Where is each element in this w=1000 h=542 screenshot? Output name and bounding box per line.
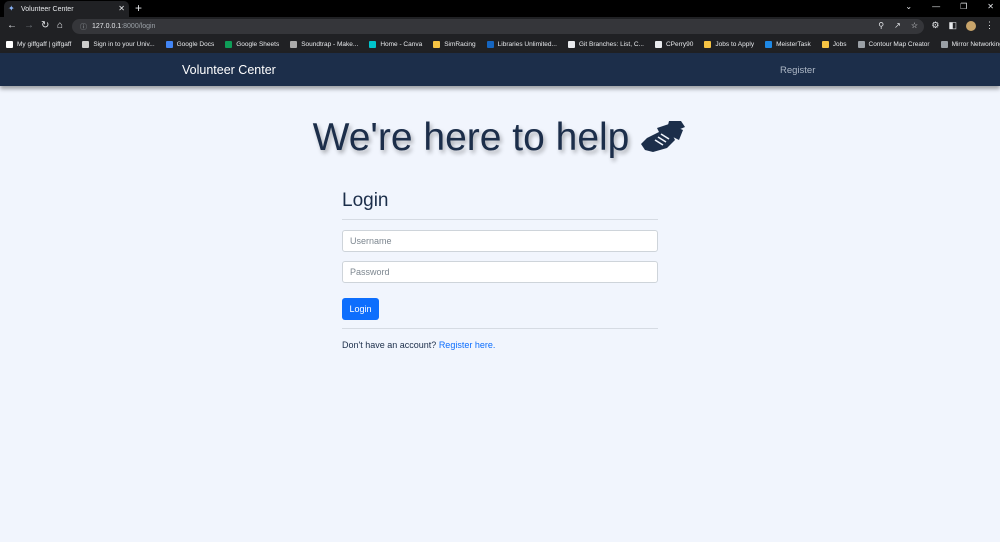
address-bar[interactable]: ⓘ 127.0.0.1:8000/login ⚲ ↗ ☆ (72, 19, 924, 34)
bookmark-item[interactable]: Google Sheets (225, 41, 279, 48)
bookmark-item[interactable]: Soundtrap - Make... (290, 41, 358, 48)
tab-close-icon[interactable]: ✕ (118, 5, 125, 13)
signup-prompt: Don't have an account? Register here. (342, 340, 658, 350)
side-panel-icon[interactable]: ◧ (948, 20, 957, 31)
bookmark-favicon-icon (225, 41, 233, 48)
divider (342, 328, 658, 329)
home-icon[interactable]: ⌂ (57, 20, 63, 32)
bookmark-favicon-icon (486, 41, 494, 48)
password-input[interactable] (342, 261, 658, 283)
url-host: 127.0.0.1 (92, 23, 122, 30)
zoom-icon[interactable]: ⚲ (878, 21, 884, 30)
restore-icon[interactable]: ❐ (960, 2, 967, 11)
username-input[interactable] (342, 230, 658, 252)
bookmark-label: My giffgaff | giffgaff (17, 41, 72, 48)
share-icon[interactable]: ↗ (894, 21, 901, 30)
bookmark-label: SimRacing (444, 41, 476, 48)
forward-icon[interactable]: → (24, 20, 34, 32)
login-title: Login (342, 190, 389, 211)
close-window-icon[interactable]: ✕ (987, 2, 994, 11)
bookmark-label: MeisterTask (776, 41, 811, 48)
url-path: :8000/login (121, 23, 156, 30)
bookmark-item[interactable]: Libraries Unlimited... (486, 41, 557, 48)
extensions-area: ⚙ ◧ ⋮ (931, 20, 994, 31)
bookmark-favicon-icon (704, 41, 712, 48)
bookmark-item[interactable]: Sign in to your Univ... (82, 41, 155, 48)
omnibox-actions: ⚲ ↗ ☆ (878, 21, 918, 30)
reload-icon[interactable]: ↻ (41, 20, 49, 32)
bookmark-favicon-icon (765, 41, 773, 48)
bookmark-label: Home - Canva (380, 41, 423, 48)
bookmark-favicon-icon (369, 41, 377, 48)
bookmark-favicon-icon (433, 41, 441, 48)
minimize-icon[interactable]: — (932, 2, 940, 11)
login-form: Login Login Don't have an account? Regis… (342, 190, 658, 350)
profile-avatar[interactable] (966, 20, 976, 31)
bookmark-item[interactable]: Google Docs (165, 41, 215, 48)
divider (342, 219, 658, 220)
tab-search-chevron-icon[interactable]: ⌄ (905, 2, 912, 11)
browser-tab[interactable]: ✦ Volunteer Center ✕ (4, 1, 129, 17)
bookmark-favicon-icon (82, 41, 90, 48)
bookmark-star-icon[interactable]: ☆ (911, 21, 918, 30)
bookmark-item[interactable]: Jobs to Apply (704, 41, 754, 48)
browser-toolbar: ← → ↻ ⌂ ⓘ 127.0.0.1:8000/login ⚲ ↗ ☆ ⚙ ◧… (0, 17, 1000, 36)
nav-register-link[interactable]: Register (780, 65, 815, 76)
bookmark-label: Google Docs (176, 41, 215, 48)
app-navbar: Volunteer Center Register (0, 53, 1000, 86)
bookmark-favicon-icon (940, 41, 948, 48)
bookmarks-bar: My giffgaff | giffgaff Sign in to your Un… (0, 36, 1000, 53)
extensions-icon[interactable]: ⚙ (931, 20, 939, 31)
brand-link[interactable]: Volunteer Center (182, 63, 276, 77)
bookmark-label: Jobs to Apply (715, 41, 755, 48)
bookmark-favicon-icon (290, 41, 298, 48)
register-here-link[interactable]: Register here. (439, 340, 496, 350)
new-tab-icon[interactable]: + (135, 2, 142, 14)
bookmark-label: Sign in to your Univ... (93, 41, 155, 48)
hero-title: We're here to help (312, 116, 630, 159)
bookmark-label: Contour Map Creator (868, 41, 930, 48)
handshake-icon (641, 121, 686, 152)
bookmark-item[interactable]: Git Branches: List, C... (567, 41, 644, 48)
browser-tab-bar: ✦ Volunteer Center ✕ + ⌄ — ❐ ✕ (0, 0, 1000, 17)
window-controls: ⌄ — ❐ ✕ (905, 2, 994, 11)
back-icon[interactable]: ← (7, 20, 17, 32)
bookmark-label: Soundtrap - Make... (301, 41, 359, 48)
bookmark-item[interactable]: Mirror Networking... (940, 41, 1000, 48)
login-button[interactable]: Login (342, 298, 379, 320)
bookmark-favicon-icon (165, 41, 173, 48)
menu-icon[interactable]: ⋮ (985, 20, 994, 31)
bookmark-item[interactable]: Jobs (821, 41, 847, 48)
tab-title: Volunteer Center (21, 5, 74, 13)
bookmark-item[interactable]: My giffgaff | giffgaff (6, 41, 71, 48)
bookmark-label: Google Sheets (236, 41, 280, 48)
signup-prompt-text: Don't have an account? (342, 340, 437, 350)
bookmark-item[interactable]: MeisterTask (765, 41, 811, 48)
bookmark-favicon-icon (857, 41, 865, 48)
bookmark-label: Mirror Networking... (951, 41, 1000, 48)
bookmark-label: Libraries Unlimited... (497, 41, 557, 48)
hero-heading: We're here to help (0, 116, 1000, 160)
bookmark-favicon-icon (567, 41, 575, 48)
bookmark-item[interactable]: Home - Canva (369, 41, 422, 48)
tab-favicon-icon: ✦ (8, 4, 15, 13)
bookmark-label: Jobs (832, 41, 847, 48)
bookmark-label: CPerry90 (665, 41, 694, 48)
bookmark-favicon-icon (821, 41, 829, 48)
bookmark-favicon-icon (6, 41, 13, 48)
bookmark-item[interactable]: Contour Map Creator (857, 41, 930, 48)
bookmark-favicon-icon (654, 41, 662, 48)
bookmark-item[interactable]: SimRacing (433, 41, 476, 48)
bookmark-label: Git Branches: List, C... (578, 41, 644, 48)
site-info-icon[interactable]: ⓘ (80, 22, 87, 32)
bookmark-item[interactable]: CPerry90 (654, 41, 694, 48)
